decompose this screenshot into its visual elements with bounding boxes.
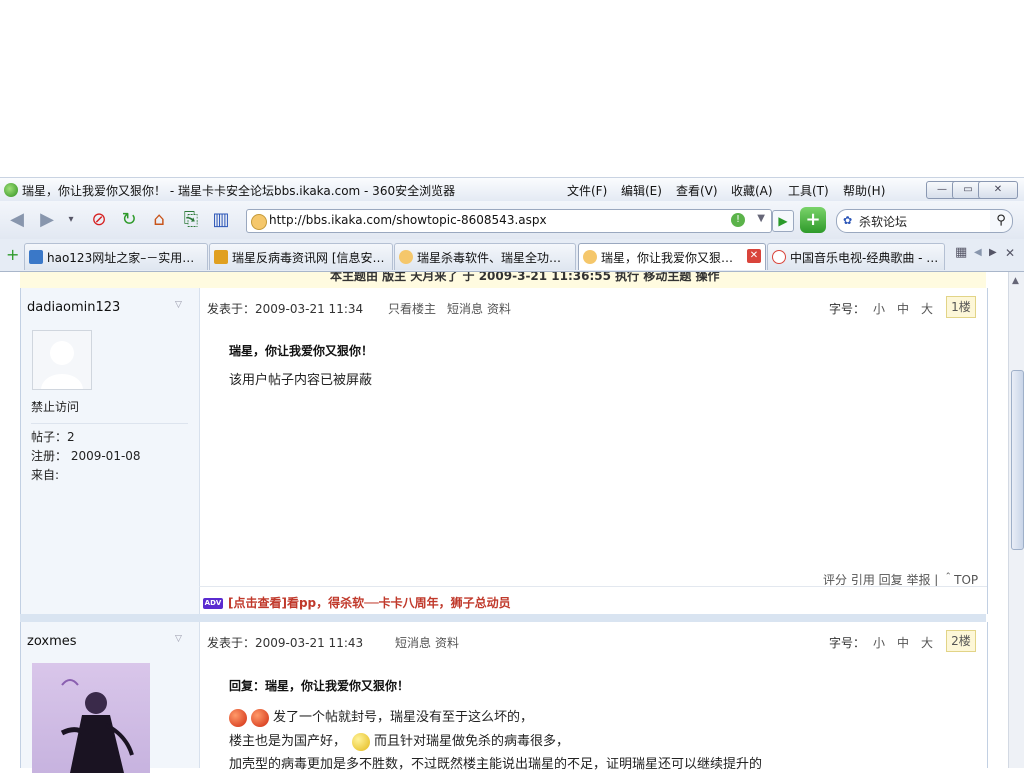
- font-size-small[interactable]: 小: [873, 634, 885, 651]
- reply-line-3: 加壳型的病毒更加是多不胜数，不过既然楼主能说出瑞星的不足，证明瑞星还可以继续提升…: [229, 757, 763, 772]
- lion-favicon-icon: [214, 250, 228, 264]
- tab-current-topic[interactable]: 瑞星，你让我爱你又狠… ✕: [578, 243, 766, 270]
- post-floor-2: zoxmes ▽ 发表于：2009-03-21 11:43 短消息 资料 字号：…: [20, 622, 988, 773]
- font-size-label: 字号：: [829, 302, 866, 316]
- menu-edit[interactable]: 编辑(E): [621, 182, 662, 199]
- menu-view[interactable]: 查看(V): [676, 182, 718, 199]
- post-time: 发表于：2009-03-21 11:34: [207, 302, 364, 316]
- angry-face-icon: [251, 708, 269, 727]
- forward-arrow-icon[interactable]: ▶: [36, 209, 58, 231]
- ikaka-favicon-icon: [583, 250, 597, 264]
- go-button[interactable]: ▶: [772, 210, 794, 232]
- moderation-notice: 本主题由 版主 天月来了 于 2009-3-21 11:36:55 执行 移动主…: [20, 272, 986, 289]
- post-time: 发表于：2009-03-21 11:43: [207, 636, 364, 650]
- tab-scroll-left-icon[interactable]: ◀: [974, 247, 982, 258]
- user-avatar: [32, 663, 150, 773]
- font-size-small[interactable]: 小: [873, 300, 885, 317]
- address-dropdown-icon[interactable]: ▼: [757, 213, 765, 224]
- history-dropdown-icon[interactable]: ▾: [60, 209, 82, 231]
- font-size-medium[interactable]: 中: [897, 300, 909, 317]
- floor-badge: 1楼: [946, 296, 976, 318]
- vertical-scrollbar[interactable]: ▲: [1008, 272, 1024, 768]
- window-title-bar: 瑞星，你让我爱你又狠你！ - 瑞星卡卡安全论坛bbs.ikaka.com - 3…: [0, 177, 1024, 202]
- restore-page-icon[interactable]: ⎘: [180, 209, 202, 231]
- hao123-favicon-icon: [29, 250, 43, 264]
- window-title: 瑞星，你让我爱你又狠你！ - 瑞星卡卡安全论坛bbs.ikaka.com - 3…: [22, 184, 456, 198]
- search-engine-paw-icon[interactable]: ✿: [843, 214, 852, 227]
- security-check-icon[interactable]: !: [731, 213, 745, 227]
- sidebar-divider: [31, 423, 188, 424]
- close-tab-icon[interactable]: ✕: [747, 249, 761, 263]
- floor-badge: 2楼: [946, 630, 976, 652]
- address-url[interactable]: http://bbs.ikaka.com/showtopic-8608543.a…: [269, 213, 547, 227]
- user-location: 来自:: [31, 468, 60, 482]
- post-title: 瑞星，你让我爱你又狠你！: [229, 344, 374, 358]
- author-name[interactable]: zoxmes: [27, 634, 77, 649]
- profile-link[interactable]: 资料: [435, 634, 459, 651]
- close-all-tabs-icon[interactable]: ✕: [1005, 246, 1015, 260]
- author-name[interactable]: dadiaomin123: [27, 300, 120, 315]
- site-favicon-icon: [251, 214, 267, 230]
- menu-file[interactable]: 文件(F): [567, 182, 607, 199]
- author-menu-arrow-icon[interactable]: ▽: [175, 634, 182, 644]
- home-icon[interactable]: ⌂: [148, 209, 170, 231]
- close-window-button[interactable]: ✕: [978, 181, 1018, 199]
- menu-help[interactable]: 帮助(H): [843, 182, 885, 199]
- menu-tools[interactable]: 工具(T): [788, 182, 829, 199]
- tab-bar: + hao123网址之家–－实用… 瑞星反病毒资讯网 [信息安… 瑞星杀毒软件、…: [0, 239, 1024, 272]
- post-separator: [20, 614, 986, 622]
- reply-title: 回复：瑞星，你让我爱你又狠你！: [229, 679, 410, 693]
- angry-face-icon: [229, 708, 247, 727]
- font-size-large[interactable]: 大: [921, 300, 933, 317]
- notice-text: 本主题由 版主 天月来了 于 2009-3-21 11:36:55 执行 移动主…: [330, 272, 720, 283]
- profile-link[interactable]: 资料: [487, 300, 511, 317]
- search-box[interactable]: ✿ 杀软论坛: [836, 209, 992, 233]
- menu-favorites[interactable]: 收藏(A): [731, 182, 773, 199]
- user-status: 禁止访问: [31, 400, 80, 414]
- refresh-icon[interactable]: ↻: [118, 209, 140, 231]
- author-menu-arrow-icon[interactable]: ▽: [175, 300, 182, 310]
- tab-hao123[interactable]: hao123网址之家–－实用…: [24, 243, 208, 270]
- reply-line-2: 楼主也是为国产好， 而且针对瑞星做免杀的病毒很多，: [229, 732, 570, 751]
- message-link[interactable]: 短消息: [395, 634, 431, 651]
- tab-rising-antivirus[interactable]: 瑞星杀毒软件、瑞星全功…: [394, 243, 576, 270]
- ikaka-favicon-icon: [399, 250, 413, 264]
- tab-list-grid-icon[interactable]: ▦: [955, 245, 967, 260]
- play-favicon-icon: [772, 250, 786, 264]
- search-icon[interactable]: ⚲: [990, 209, 1013, 233]
- only-op-link[interactable]: 只看楼主: [388, 300, 436, 317]
- font-size-large[interactable]: 大: [921, 634, 933, 651]
- scroll-up-arrow-icon[interactable]: ▲: [1012, 276, 1019, 286]
- search-input[interactable]: 杀软论坛: [859, 213, 907, 230]
- tab-rising-news[interactable]: 瑞星反病毒资讯网 [信息安…: [209, 243, 393, 270]
- address-bar[interactable]: http://bbs.ikaka.com/showtopic-8608543.a…: [246, 209, 772, 233]
- message-link[interactable]: 短消息: [447, 300, 483, 317]
- font-size-medium[interactable]: 中: [897, 634, 909, 651]
- post-floor-1: dadiaomin123 ▽ 发表于：2009-03-21 11:34 只看楼主…: [20, 288, 988, 614]
- ad-text[interactable]: [点击查看]看pp，得杀软──卡卡八周年，狮子总动员: [228, 596, 511, 610]
- register-date: 注册： 2009-01-08: [31, 449, 141, 463]
- default-avatar: [32, 330, 92, 390]
- 360-shield-icon[interactable]: +: [800, 207, 826, 233]
- font-size-label: 字号：: [829, 636, 866, 650]
- scrollbar-thumb[interactable]: [1011, 370, 1024, 550]
- stop-icon[interactable]: ⊘: [88, 209, 110, 231]
- browser-logo-icon: [4, 183, 18, 197]
- ad-divider: [199, 586, 987, 587]
- new-tab-plus-icon[interactable]: +: [6, 245, 19, 264]
- reply-line-1: 发了一个帖就封号，瑞星没有至于这么坏的，: [229, 706, 533, 727]
- post-count: 帖子：2: [31, 430, 75, 444]
- navigation-toolbar: ◀ ▶ ▾ ⊘ ↻ ⌂ ⎘ ▥ http://bbs.ikaka.com/sho…: [0, 201, 1024, 239]
- tab-scroll-right-icon[interactable]: ▶: [989, 247, 997, 258]
- dizzy-face-icon: [352, 732, 371, 751]
- back-arrow-icon[interactable]: ◀: [6, 209, 28, 231]
- adv-badge-icon: ADV: [203, 598, 223, 609]
- tab-music-tv[interactable]: 中国音乐电视-经典歌曲 - …: [767, 243, 945, 270]
- post-body: 该用户帖子内容已被屏蔽: [229, 373, 373, 388]
- sidebar-toggle-icon[interactable]: ▥: [210, 209, 232, 231]
- ad-link[interactable]: ADV [点击查看]看pp，得杀软──卡卡八周年，狮子总动员: [203, 594, 511, 611]
